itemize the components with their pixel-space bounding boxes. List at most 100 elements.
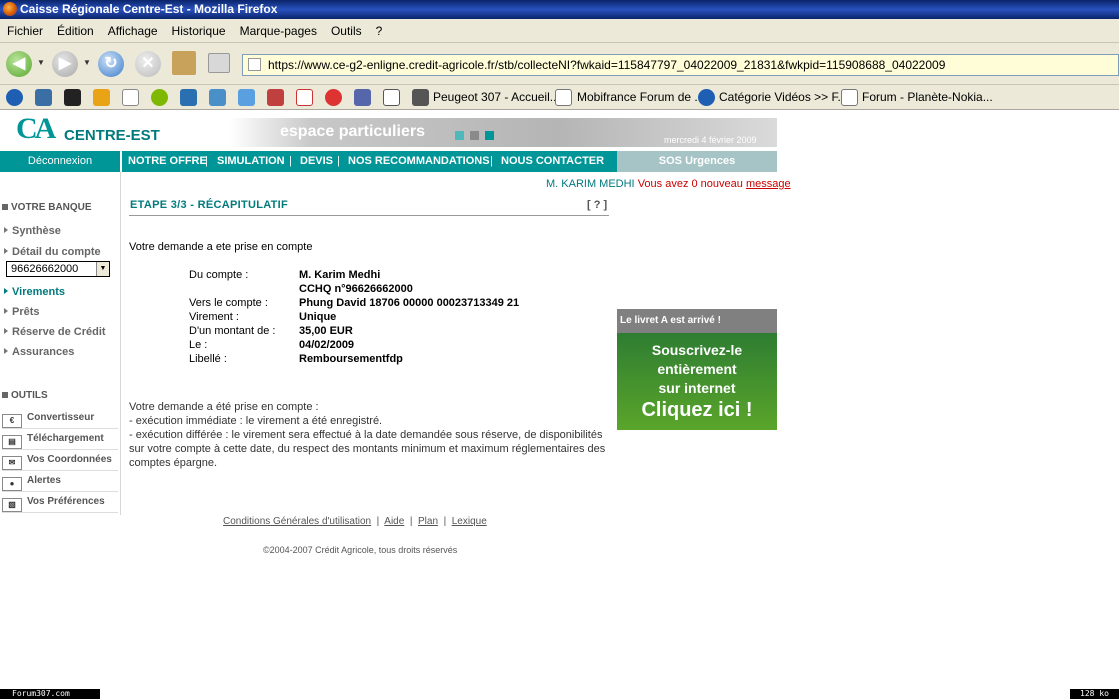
menu-fichier[interactable]: Fichier [0, 19, 50, 43]
label-from-account: Du compte : [189, 269, 249, 281]
bookmark-icon[interactable] [354, 89, 371, 106]
footer-links: Conditions Générales d'utilisation | Aid… [223, 516, 487, 527]
amazon-icon[interactable] [64, 89, 81, 106]
menu-bar: Fichier Édition Affichage Historique Marque-… [0, 19, 1119, 43]
label-amount: D'un montant de : [189, 325, 276, 337]
ad-header: Le livret A est arrivé ! [617, 309, 777, 333]
home-button[interactable] [172, 51, 196, 75]
bookmark-icon[interactable] [412, 89, 429, 106]
tool-telechargement[interactable]: ▤ Téléchargement [2, 429, 118, 450]
value-libelle: Remboursementfdp [299, 353, 403, 365]
menu-historique[interactable]: Historique [165, 19, 233, 43]
gmail-icon[interactable] [296, 89, 313, 106]
sidebar: VOTRE BANQUE Synthèse Détail du compte 9… [0, 172, 121, 515]
nav-devis[interactable]: DEVIS [300, 151, 333, 172]
value-date: 04/02/2009 [299, 339, 355, 351]
sos-urgences-button[interactable]: SOS Urgences [617, 151, 777, 172]
account-select[interactable]: 96626662000 ▼ [6, 261, 110, 277]
ad-body[interactable]: Souscrivez-le entièrement sur internet C… [617, 333, 777, 430]
status-right: 128 ko [1070, 689, 1119, 699]
preferences-icon: ▧ [2, 498, 22, 512]
bookmark-peugeot[interactable]: Peugeot 307 - Accueil... [433, 85, 560, 110]
bookmark-icon[interactable] [151, 89, 168, 106]
envelope-icon: ✉ [2, 456, 22, 470]
page-icon [248, 58, 261, 71]
menu-help[interactable]: ? [369, 19, 390, 43]
label-to-account: Vers le compte : [189, 297, 268, 309]
new-tab-button[interactable] [208, 53, 230, 73]
reload-button[interactable]: ↻ [98, 51, 124, 77]
sidebar-item-detail-compte[interactable]: Détail du compte [4, 246, 101, 258]
ad-cta[interactable]: Cliquez ici ! [617, 398, 777, 422]
fnac-icon[interactable] [93, 89, 110, 106]
tool-preferences[interactable]: ▧ Vos Préférences [2, 492, 118, 513]
value-amount: 35,00 EUR [299, 325, 353, 337]
nav-nos-recommandations[interactable]: NOS RECOMMANDATIONS [348, 151, 490, 172]
bookmark-icon[interactable] [35, 89, 52, 106]
stop-button[interactable]: ✕ [135, 51, 161, 77]
bookmark-mobifrance[interactable]: Mobifrance Forum de ... [577, 85, 704, 110]
forward-button[interactable]: ▶ [52, 51, 78, 77]
divider [129, 215, 609, 216]
status-bar [0, 687, 1119, 699]
bookmark-icon[interactable] [698, 89, 715, 106]
decor-square [455, 131, 464, 140]
bookmark-icon[interactable] [383, 89, 400, 106]
window-title: Caisse Régionale Centre-Est - Mozilla Fi… [20, 2, 278, 16]
address-bar[interactable]: https://www.ce-g2-enligne.credit-agricol… [242, 54, 1119, 76]
decor-square [485, 131, 494, 140]
footer-link-plan[interactable]: Plan [418, 516, 438, 527]
bookmark-icon[interactable] [122, 89, 139, 106]
euro-icon: € [2, 414, 22, 428]
nav-simulation[interactable]: SIMULATION [217, 151, 285, 172]
bookmark-icon[interactable] [238, 89, 255, 106]
step-title: ETAPE 3/3 - RÉCAPITULATIF [130, 199, 289, 211]
navigation-toolbar: ◀ ▼ ▶ ▼ ↻ ✕ https://www.ce-g2-enligne.cr… [0, 43, 1119, 85]
forward-dropdown-icon[interactable]: ▼ [83, 58, 91, 67]
footer-link-lexique[interactable]: Lexique [452, 516, 487, 527]
menu-outils[interactable]: Outils [324, 19, 369, 43]
bookmark-icon[interactable] [267, 89, 284, 106]
menu-affichage[interactable]: Affichage [101, 19, 165, 43]
back-dropdown-icon[interactable]: ▼ [37, 58, 45, 67]
bookmark-icon[interactable] [841, 89, 858, 106]
bookmark-icon[interactable] [6, 89, 23, 106]
bookmark-planete-nokia[interactable]: Forum - Planète-Nokia... [862, 85, 993, 110]
user-message-count: Vous avez 0 nouveau [637, 178, 743, 190]
nav-nous-contacter[interactable]: NOUS CONTACTER [501, 151, 604, 172]
chevron-down-icon[interactable]: ▼ [96, 262, 109, 276]
menu-edition[interactable]: Édition [50, 19, 101, 43]
footer-link-cgu[interactable]: Conditions Générales d'utilisation [223, 516, 371, 527]
bookmark-categorie-videos[interactable]: Catégorie Vidéos >> F... [719, 85, 848, 110]
user-info: M. KARIM MEDHI Vous avez 0 nouveau messa… [546, 178, 791, 190]
tool-coordonnees[interactable]: ✉ Vos Coordonnées [2, 450, 118, 471]
sidebar-item-synthese[interactable]: Synthèse [4, 225, 61, 237]
download-icon: ▤ [2, 435, 22, 449]
note-line: comptes épargne. [129, 457, 218, 469]
menu-marque-pages[interactable]: Marque-pages [233, 19, 324, 43]
help-link[interactable]: [ ? ] [587, 199, 607, 211]
window-titlebar: Caisse Régionale Centre-Est - Mozilla Fi… [0, 0, 1119, 19]
banner-title: espace particuliers [280, 123, 425, 140]
sidebar-item-prets[interactable]: Prêts [4, 306, 40, 318]
credit-agricole-logo[interactable]: CA [16, 114, 60, 144]
sidebar-item-virements[interactable]: Virements [4, 286, 65, 298]
bookmark-icon[interactable] [209, 89, 226, 106]
bookmark-icon[interactable] [555, 89, 572, 106]
bookmark-icon[interactable] [180, 89, 197, 106]
nav-notre-offre[interactable]: NOTRE OFFRE [128, 151, 207, 172]
sidebar-item-assurances[interactable]: Assurances [4, 346, 74, 358]
sidebar-item-reserve-credit[interactable]: Réserve de Crédit [4, 326, 106, 338]
back-button[interactable]: ◀ [6, 51, 32, 77]
copyright: ©2004-2007 Crédit Agricole, tous droits … [263, 545, 458, 555]
ad-line: entièrement [657, 361, 737, 377]
value-from-account: M. Karim Medhi [299, 269, 381, 281]
logout-link[interactable]: Déconnexion [0, 151, 120, 172]
bookmark-icon[interactable] [325, 89, 342, 106]
footer-link-aide[interactable]: Aide [384, 516, 404, 527]
livret-a-ad[interactable]: Le livret A est arrivé ! Souscrivez-le e… [617, 309, 777, 430]
tool-convertisseur[interactable]: € Convertisseur [2, 408, 118, 429]
messages-link[interactable]: message [746, 178, 791, 190]
tool-alertes[interactable]: ● Alertes [2, 471, 118, 492]
sidebar-heading-bank: VOTRE BANQUE [2, 202, 92, 213]
